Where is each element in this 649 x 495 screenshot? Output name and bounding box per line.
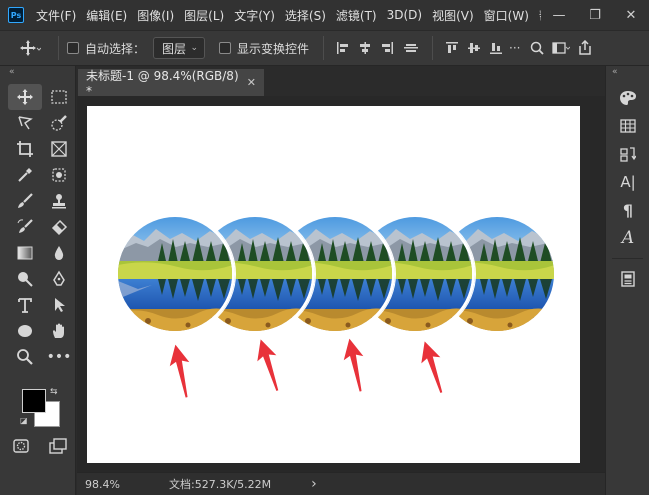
document-tab-title: 未标题-1 @ 98.4%(RGB/8) *: [86, 69, 239, 98]
menu-3d[interactable]: 3D(D): [387, 8, 422, 22]
close-button[interactable]: ✕: [613, 3, 649, 27]
options-bar: 自动选择： 图层 ⌄ 显示变换控件 ···: [0, 30, 649, 66]
align-top-icon[interactable]: [441, 41, 463, 55]
red-arrow-icon: [257, 339, 279, 391]
default-colors-icon[interactable]: ◪: [20, 416, 28, 425]
right-panel-dock: « A| ¶ A: [605, 66, 649, 495]
glyphs-icon[interactable]: A: [606, 224, 649, 252]
eraser-icon[interactable]: [42, 214, 76, 240]
menu-file[interactable]: 文件(F): [36, 7, 76, 24]
type-icon[interactable]: [8, 292, 42, 318]
swatches-grid-icon[interactable]: [606, 112, 649, 140]
distribute-icon[interactable]: [398, 41, 424, 55]
expand-panels-icon[interactable]: «: [606, 66, 649, 78]
status-menu-arrow-icon[interactable]: ›: [311, 476, 317, 492]
stamp-icon[interactable]: [42, 188, 76, 214]
spot-heal-icon[interactable]: [42, 162, 76, 188]
separator: [432, 36, 434, 60]
paragraph-icon[interactable]: ¶: [606, 196, 649, 224]
menu-window[interactable]: 窗口(W): [484, 7, 529, 24]
dodge-icon[interactable]: [8, 266, 42, 292]
doc-size-info[interactable]: 文档:527.3K/5.22M: [169, 476, 271, 492]
red-arrow-icon: [169, 344, 190, 398]
move-icon[interactable]: [8, 84, 42, 110]
gradient-icon[interactable]: [8, 240, 42, 266]
align-bottom-icon[interactable]: [485, 41, 507, 55]
align-vcenter-icon[interactable]: [463, 41, 485, 55]
landscape-circle-photo: [115, 214, 235, 334]
restore-button[interactable]: ❐: [577, 3, 613, 27]
blur-icon[interactable]: [42, 240, 76, 266]
tool-grid: •••: [0, 78, 75, 370]
menu-filter[interactable]: 滤镜(T): [336, 7, 377, 24]
character-icon[interactable]: A|: [606, 168, 649, 196]
lasso-icon[interactable]: [8, 110, 42, 136]
photoshop-window: Ps 文件(F) 编辑(E) 图像(I) 图层(L) 文字(Y) 选择(S) 滤…: [0, 0, 649, 495]
color-palette-icon[interactable]: [606, 84, 649, 112]
pen-icon[interactable]: [42, 266, 76, 292]
menu-type[interactable]: 文字(Y): [234, 7, 275, 24]
separator: [323, 36, 325, 60]
frame-icon[interactable]: [42, 136, 76, 162]
marquee-icon[interactable]: [42, 84, 76, 110]
auto-select-label: 自动选择：: [85, 41, 146, 56]
auto-select-value: 图层: [162, 41, 187, 56]
collapse-panel-icon[interactable]: «: [0, 66, 75, 78]
quick-mask-icon[interactable]: [12, 438, 30, 457]
align-right-icon[interactable]: [376, 41, 398, 55]
history-brush-icon[interactable]: [8, 214, 42, 240]
status-bar: 98.4% 文档:527.3K/5.22M ›: [77, 472, 605, 495]
eyedropper-icon[interactable]: [8, 162, 42, 188]
chevron-down-icon: ⌄: [190, 43, 199, 53]
photoshop-logo-icon: Ps: [8, 7, 24, 23]
zoom-level[interactable]: 98.4%: [85, 478, 145, 491]
canvas-area[interactable]: [77, 96, 605, 472]
auto-select-dropdown[interactable]: 图层 ⌄: [153, 37, 206, 59]
menu-edit[interactable]: 编辑(E): [86, 7, 127, 24]
share-icon[interactable]: [574, 40, 596, 56]
history-icon[interactable]: [606, 140, 649, 168]
red-arrow-icon: [421, 341, 443, 393]
align-hcenter-icon[interactable]: [354, 41, 376, 55]
properties-icon[interactable]: [606, 265, 649, 293]
close-tab-icon[interactable]: ✕: [247, 76, 256, 89]
window-controls: — ❐ ✕: [541, 0, 649, 30]
quick-select-icon[interactable]: [42, 110, 76, 136]
document-canvas[interactable]: [87, 106, 580, 463]
more-icon[interactable]: •••: [42, 344, 76, 370]
search-icon[interactable]: [526, 41, 548, 55]
document-tab-bar: 未标题-1 @ 98.4%(RGB/8) * ✕: [76, 66, 605, 98]
screen-mode-icon[interactable]: [48, 438, 68, 457]
menu-image[interactable]: 图像(I): [137, 7, 174, 24]
hand-icon[interactable]: [42, 318, 76, 344]
minimize-button[interactable]: —: [541, 3, 577, 27]
menu-select[interactable]: 选择(S): [285, 7, 326, 24]
tools-panel: « ••• ⇆ ◪: [0, 66, 76, 495]
foreground-color-swatch[interactable]: [22, 389, 46, 413]
move-tool-preset-icon[interactable]: [10, 39, 50, 57]
zoom-icon[interactable]: [8, 344, 42, 370]
brush-icon[interactable]: [8, 188, 42, 214]
align-left-icon[interactable]: [332, 41, 354, 55]
color-swatches: ⇆ ◪: [20, 386, 64, 430]
crop-icon[interactable]: [8, 136, 42, 162]
panel-separator: [612, 258, 643, 259]
ellipse-icon[interactable]: [8, 318, 42, 344]
show-transform-checkbox[interactable]: [219, 42, 232, 54]
menu-layer[interactable]: 图层(L): [184, 7, 224, 24]
red-arrow-icon: [343, 338, 364, 392]
swap-colors-icon[interactable]: ⇆: [50, 387, 58, 397]
show-transform-label: 显示变换控件: [237, 41, 310, 56]
menu-view[interactable]: 视图(V): [432, 7, 474, 24]
bottom-tools: [8, 438, 72, 457]
workspace-icon[interactable]: [548, 41, 574, 55]
separator: [58, 36, 59, 60]
auto-select-checkbox[interactable]: [67, 42, 79, 54]
more-options-icon[interactable]: ···: [509, 41, 520, 55]
menu-bar: Ps 文件(F) 编辑(E) 图像(I) 图层(L) 文字(Y) 选择(S) 滤…: [0, 0, 649, 30]
path-select-icon[interactable]: [42, 292, 76, 318]
document-tab[interactable]: 未标题-1 @ 98.4%(RGB/8) * ✕: [78, 69, 264, 98]
